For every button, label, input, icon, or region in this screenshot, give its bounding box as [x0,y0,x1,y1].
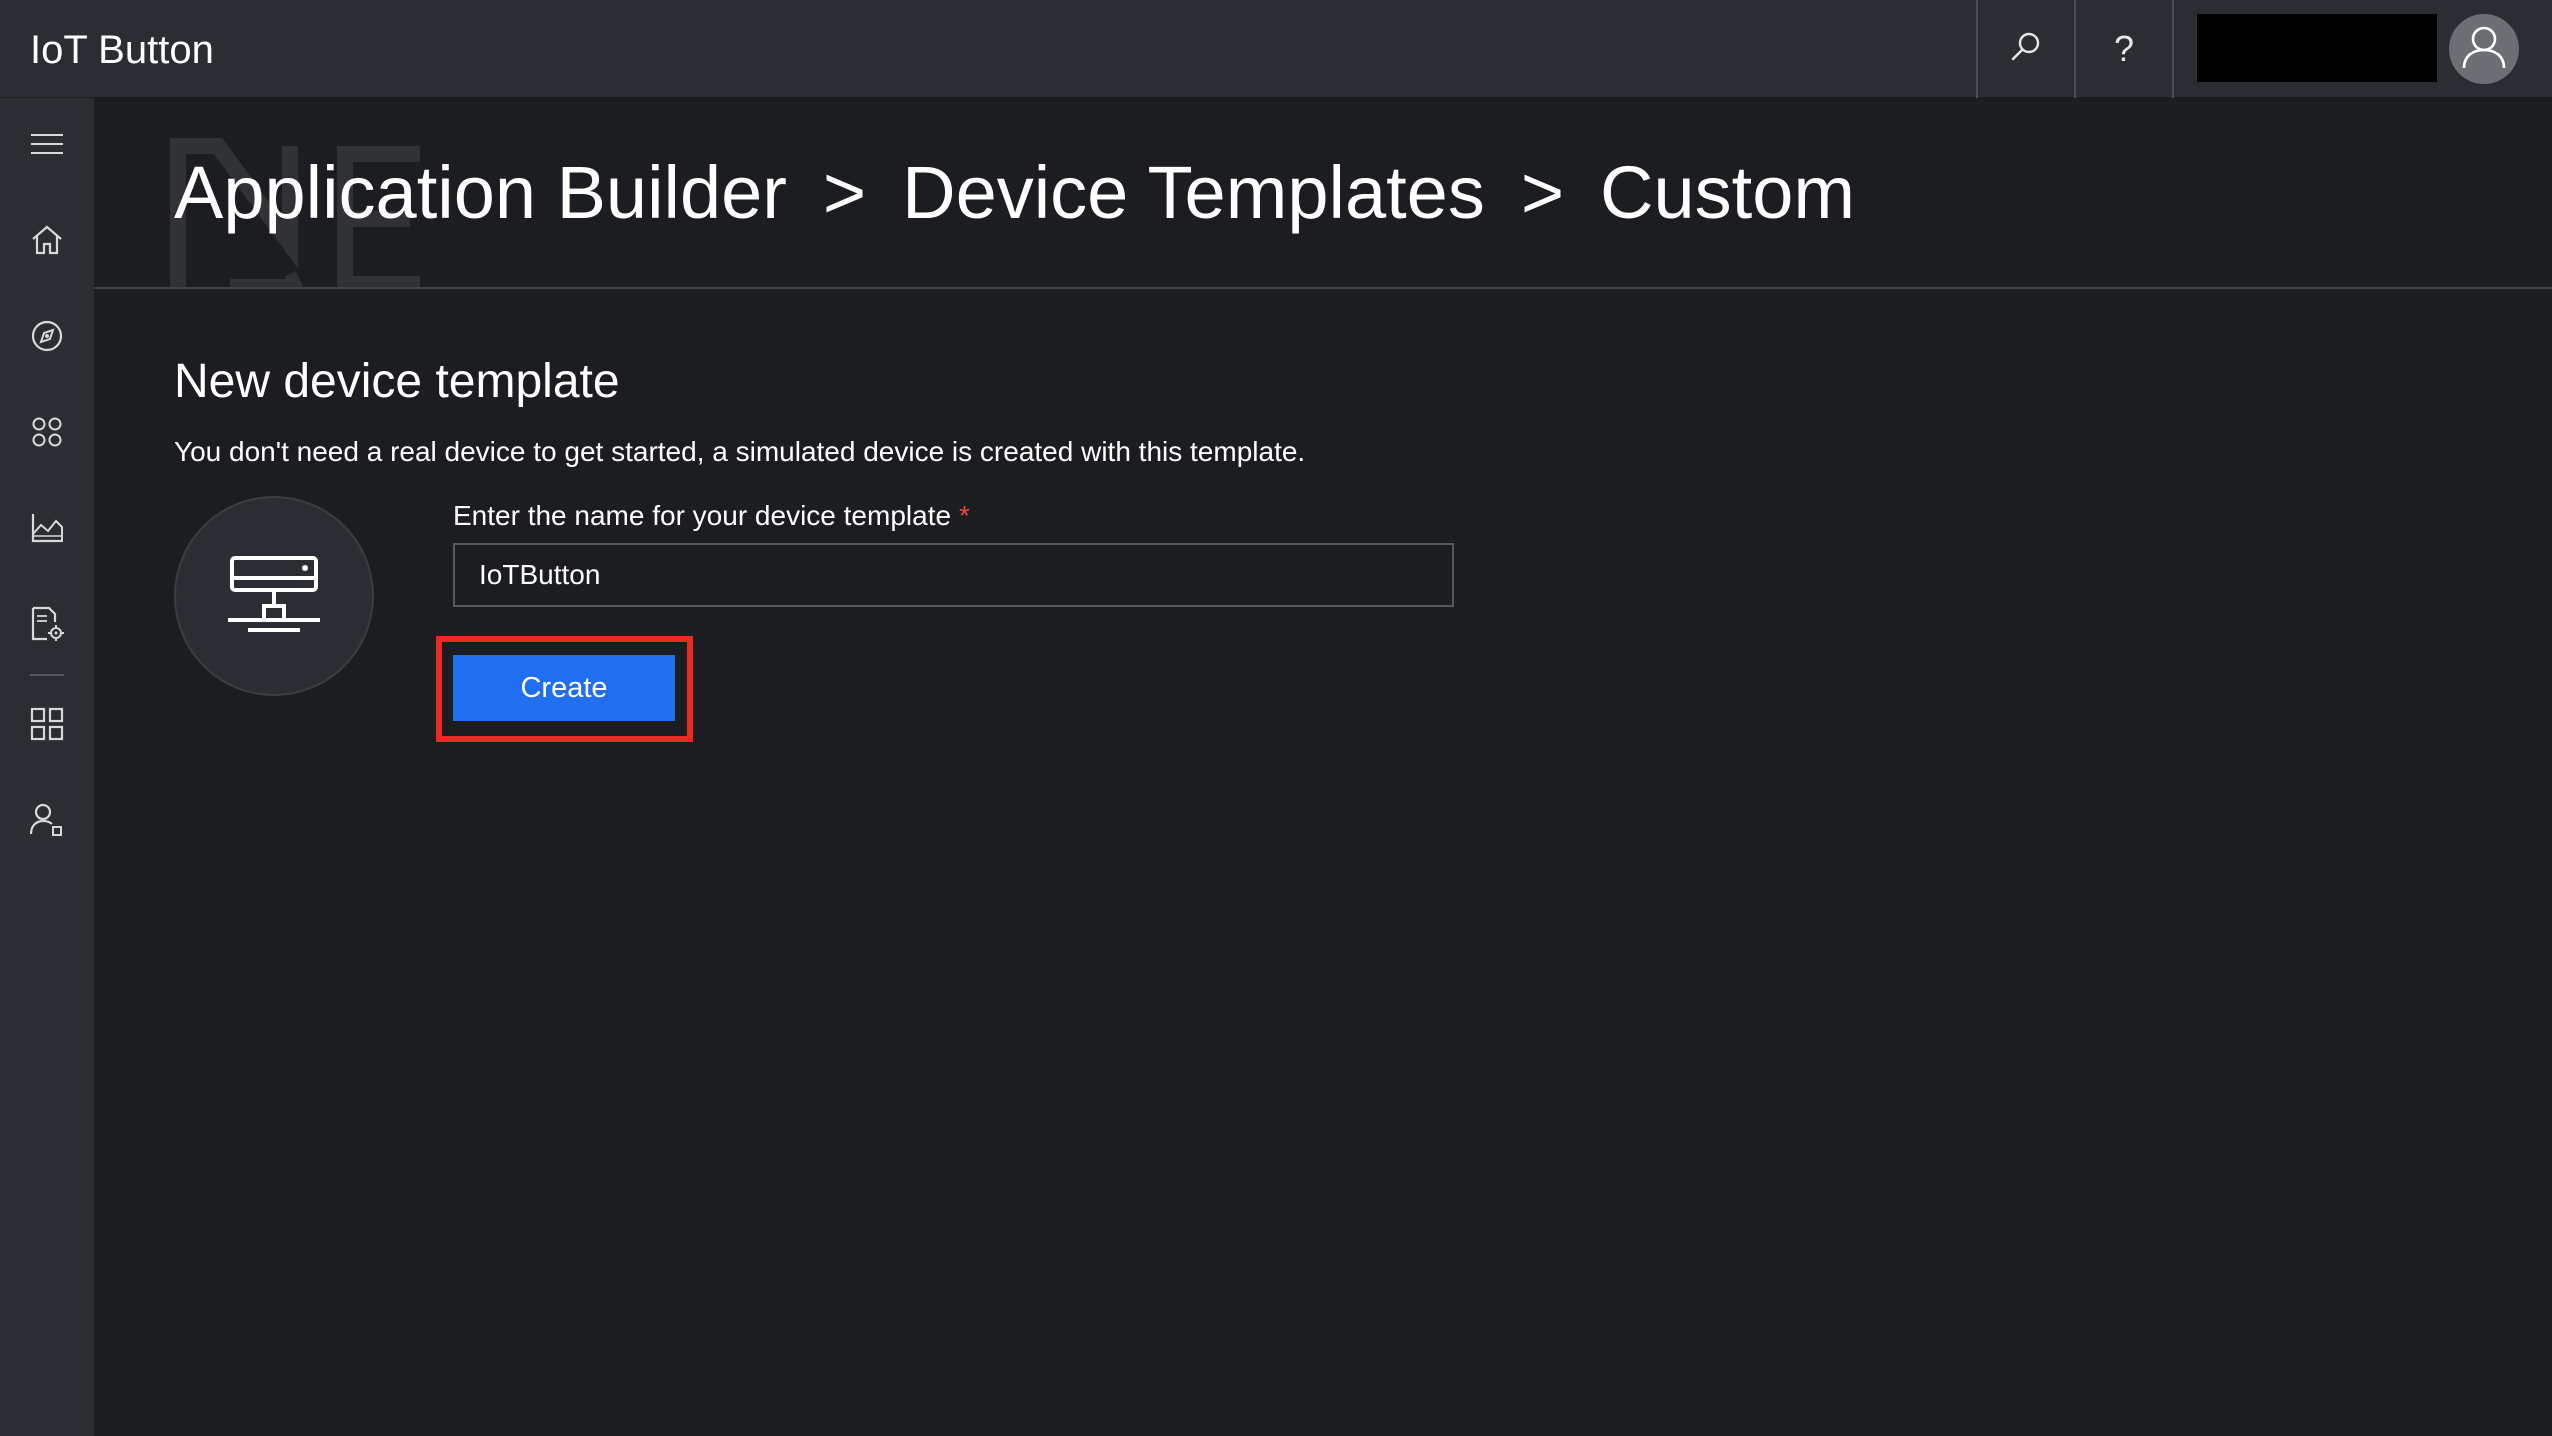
app-title: IoT Button [30,28,214,72]
template-name-input[interactable] [453,543,1454,607]
device-icon [226,555,322,637]
sidebar-item-menu[interactable] [0,116,94,176]
search-button[interactable] [1976,0,2074,98]
sidebar-item-device-sets[interactable] [0,404,94,464]
hamburger-menu-icon [30,132,64,161]
document-gear-icon [29,606,65,647]
toolbar-divider [2172,0,2174,98]
user-settings-icon [29,802,65,843]
analytics-chart-icon [30,512,64,549]
compass-icon [30,319,64,358]
help-button[interactable]: ? [2074,0,2172,98]
sidebar-divider [30,674,64,676]
required-marker: * [959,500,970,531]
sidebar-item-application-builder[interactable] [0,696,94,756]
account-name[interactable] [2197,14,2437,82]
home-icon [30,224,64,261]
breadcrumb: Application Builder > Device Templates >… [174,148,1855,238]
sidebar-item-administration[interactable] [0,792,94,852]
template-name-label-text: Enter the name for your device template [453,500,952,531]
sidebar-item-jobs[interactable] [0,596,94,656]
breadcrumb-device-templates[interactable]: Device Templates [902,148,1485,238]
grid-apps-icon [30,707,64,746]
device-icon-circle [174,496,374,696]
avatar[interactable] [2449,14,2519,84]
breadcrumb-separator: > [1520,151,1565,234]
sidebar-item-analytics[interactable] [0,500,94,560]
help-icon: ? [2113,28,2135,69]
page-header: Application Builder > Device Templates >… [94,98,2552,289]
top-bar: IoT Button ? [0,0,2552,98]
create-button[interactable]: Create [453,655,675,721]
sidebar-item-explorer[interactable] [0,308,94,368]
template-name-label: Enter the name for your device template * [453,496,970,536]
breadcrumb-custom: Custom [1600,151,1855,234]
section-title: New device template [174,355,620,408]
user-icon [2459,22,2509,77]
section-description: You don't need a real device to get star… [174,436,1306,467]
left-navigation-rail [0,98,94,1436]
breadcrumb-application-builder[interactable]: Application Builder [174,148,787,238]
sidebar-item-home[interactable] [0,212,94,272]
device-sets-icon [30,415,64,454]
search-icon [2009,30,2043,69]
breadcrumb-separator: > [822,151,867,234]
